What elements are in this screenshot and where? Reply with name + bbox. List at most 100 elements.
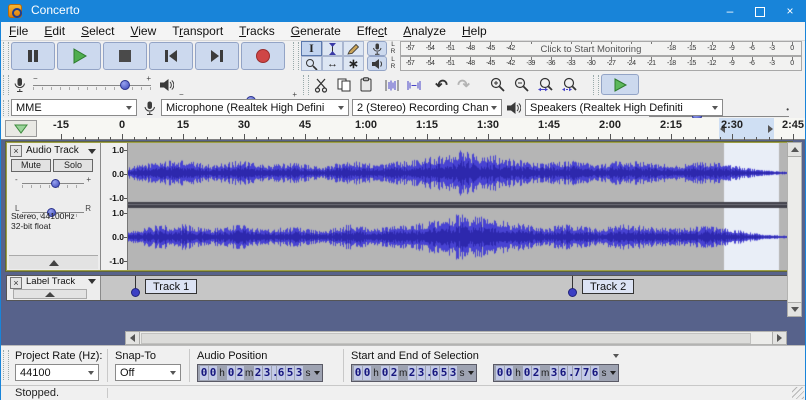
playback-meter-speaker-button[interactable] [367, 56, 387, 71]
time-digit[interactable]: 5 [440, 366, 448, 380]
recording-volume-slider[interactable]: −+ [33, 77, 151, 93]
collapse-track-button[interactable] [9, 255, 98, 269]
snap-to-select[interactable]: Off [115, 364, 181, 381]
mute-button[interactable]: Mute [11, 159, 51, 172]
time-digit[interactable]: 5 [286, 366, 294, 380]
recording-channels-select[interactable]: 2 (Stereo) Recording Channels [352, 99, 502, 116]
fit-project-button[interactable] [559, 75, 580, 95]
scroll-left-button[interactable] [125, 331, 140, 345]
time-digit[interactable]: 0 [505, 366, 513, 380]
time-digit[interactable]: 7 [573, 366, 581, 380]
copy-button[interactable] [333, 75, 354, 95]
collapse-label-track-button[interactable] [13, 289, 87, 299]
chevron-down-icon[interactable] [610, 371, 616, 375]
time-digit[interactable]: . [272, 366, 276, 380]
time-digit[interactable]: 0 [354, 366, 362, 380]
play-button[interactable] [57, 42, 101, 70]
audio-track-close-button[interactable]: × [10, 145, 22, 157]
zoom-out-button[interactable] [511, 75, 532, 95]
menu-edit[interactable]: Edit [36, 23, 73, 39]
skip-to-start-button[interactable] [149, 42, 193, 70]
time-digit[interactable]: 0 [363, 366, 371, 380]
vertical-scale-ruler[interactable]: 1.00.0-1.01.00.0-1.0 [101, 143, 128, 270]
audio-track-title[interactable]: Audio Track [26, 145, 79, 156]
title-bar[interactable]: Concerto – × [1, 0, 805, 22]
skip-to-end-button[interactable] [195, 42, 239, 70]
selection-start-field[interactable]: 00h02m23.653s [351, 364, 477, 382]
time-shift-tool-button[interactable]: ↔ [322, 56, 343, 71]
time-digit[interactable]: 2 [254, 366, 262, 380]
time-digit[interactable]: 3 [263, 366, 271, 380]
play-at-speed-button[interactable] [601, 74, 639, 95]
device-toolbar-grabber[interactable] [3, 100, 9, 116]
menu-select[interactable]: Select [73, 23, 122, 39]
menu-file[interactable]: File [1, 23, 36, 39]
time-digit[interactable]: 6 [277, 366, 285, 380]
time-digit[interactable]: 0 [381, 366, 389, 380]
time-digit[interactable]: 2 [408, 366, 416, 380]
playback-device-select[interactable]: Speakers (Realtek High Definiti [525, 99, 723, 116]
time-digit[interactable]: 3 [417, 366, 425, 380]
audio-track-menu-icon[interactable] [88, 149, 96, 154]
label-marker[interactable] [568, 288, 577, 297]
resize-grip[interactable] [792, 387, 804, 399]
audio-host-select[interactable]: MME [11, 99, 137, 116]
scroll-up-button[interactable] [787, 142, 802, 157]
audio-position-field[interactable]: 00h02m23.653s [197, 364, 323, 382]
time-digit[interactable]: 0 [496, 366, 504, 380]
menu-analyze[interactable]: Analyze [395, 23, 454, 39]
zoom-in-button[interactable] [487, 75, 508, 95]
time-digit[interactable]: 2 [532, 366, 540, 380]
label-track[interactable]: × Label Track Track 1Track 2 [6, 275, 792, 301]
maximize-button[interactable] [745, 0, 775, 22]
solo-button[interactable]: Solo [53, 159, 93, 172]
time-digit[interactable]: 2 [390, 366, 398, 380]
label-marker[interactable] [131, 288, 140, 297]
play-at-speed-grabber[interactable] [593, 75, 599, 95]
chevron-down-icon[interactable] [314, 371, 320, 375]
time-digit[interactable]: . [426, 366, 430, 380]
chevron-down-icon[interactable] [468, 371, 474, 375]
horizontal-scrollbar-thumb[interactable] [141, 333, 751, 344]
project-rate-select[interactable]: 44100 [15, 364, 99, 381]
timeline-ruler[interactable]: -1501530451:001:151:301:452:002:152:302:… [1, 118, 805, 140]
multi-tool-button[interactable]: ∗ [343, 56, 364, 71]
recording-meter-mic-button[interactable] [367, 41, 387, 56]
selection-range-select[interactable]: Start and End of Selection [351, 350, 619, 362]
time-digit[interactable]: 6 [431, 366, 439, 380]
time-digit[interactable]: 3 [550, 366, 558, 380]
scroll-right-button[interactable] [772, 331, 787, 345]
record-button[interactable] [241, 42, 285, 70]
menu-generate[interactable]: Generate [283, 23, 349, 39]
playback-meter[interactable]: -57-54-51-48-45-42-39-36-33-30-27-24-21-… [400, 56, 802, 71]
silence-audio-button[interactable] [403, 75, 424, 95]
paste-button[interactable] [355, 75, 376, 95]
zoom-tool-button[interactable] [301, 56, 322, 71]
edit-toolbar-grabber[interactable] [303, 75, 309, 95]
draw-tool-button[interactable] [343, 41, 364, 56]
stop-button[interactable] [103, 42, 147, 70]
label-text[interactable]: Track 1 [145, 279, 197, 294]
time-digit[interactable]: 6 [559, 366, 567, 380]
label-track-menu-icon[interactable] [88, 279, 96, 284]
time-digit[interactable]: 3 [449, 366, 457, 380]
cut-button[interactable] [311, 75, 332, 95]
time-digit[interactable]: 0 [227, 366, 235, 380]
redo-button[interactable]: ↷ [453, 75, 474, 95]
mixer-toolbar-grabber[interactable] [3, 75, 9, 95]
vertical-scrollbar[interactable] [787, 142, 802, 317]
time-digit[interactable]: 2 [236, 366, 244, 380]
pause-button[interactable] [11, 42, 55, 70]
gain-slider[interactable]: - + [15, 177, 91, 190]
time-digit[interactable]: 6 [591, 366, 599, 380]
fit-selection-button[interactable] [535, 75, 556, 95]
recording-device-select[interactable]: Microphone (Realtek High Defini [161, 99, 349, 116]
menu-help[interactable]: Help [454, 23, 495, 39]
waveform-canvas[interactable] [128, 143, 791, 270]
recording-meter[interactable]: -57-54-51-48-45-42-39-36-33-30-27-24-21-… [400, 41, 802, 56]
selection-end-field[interactable]: 00h02m36.776s [493, 364, 619, 382]
label-text[interactable]: Track 2 [582, 279, 634, 294]
time-digit[interactable]: 0 [200, 366, 208, 380]
undo-button[interactable]: ↶ [431, 75, 452, 95]
audio-track[interactable]: × Audio Track Mute Solo - + L R Stereo, … [6, 142, 792, 271]
